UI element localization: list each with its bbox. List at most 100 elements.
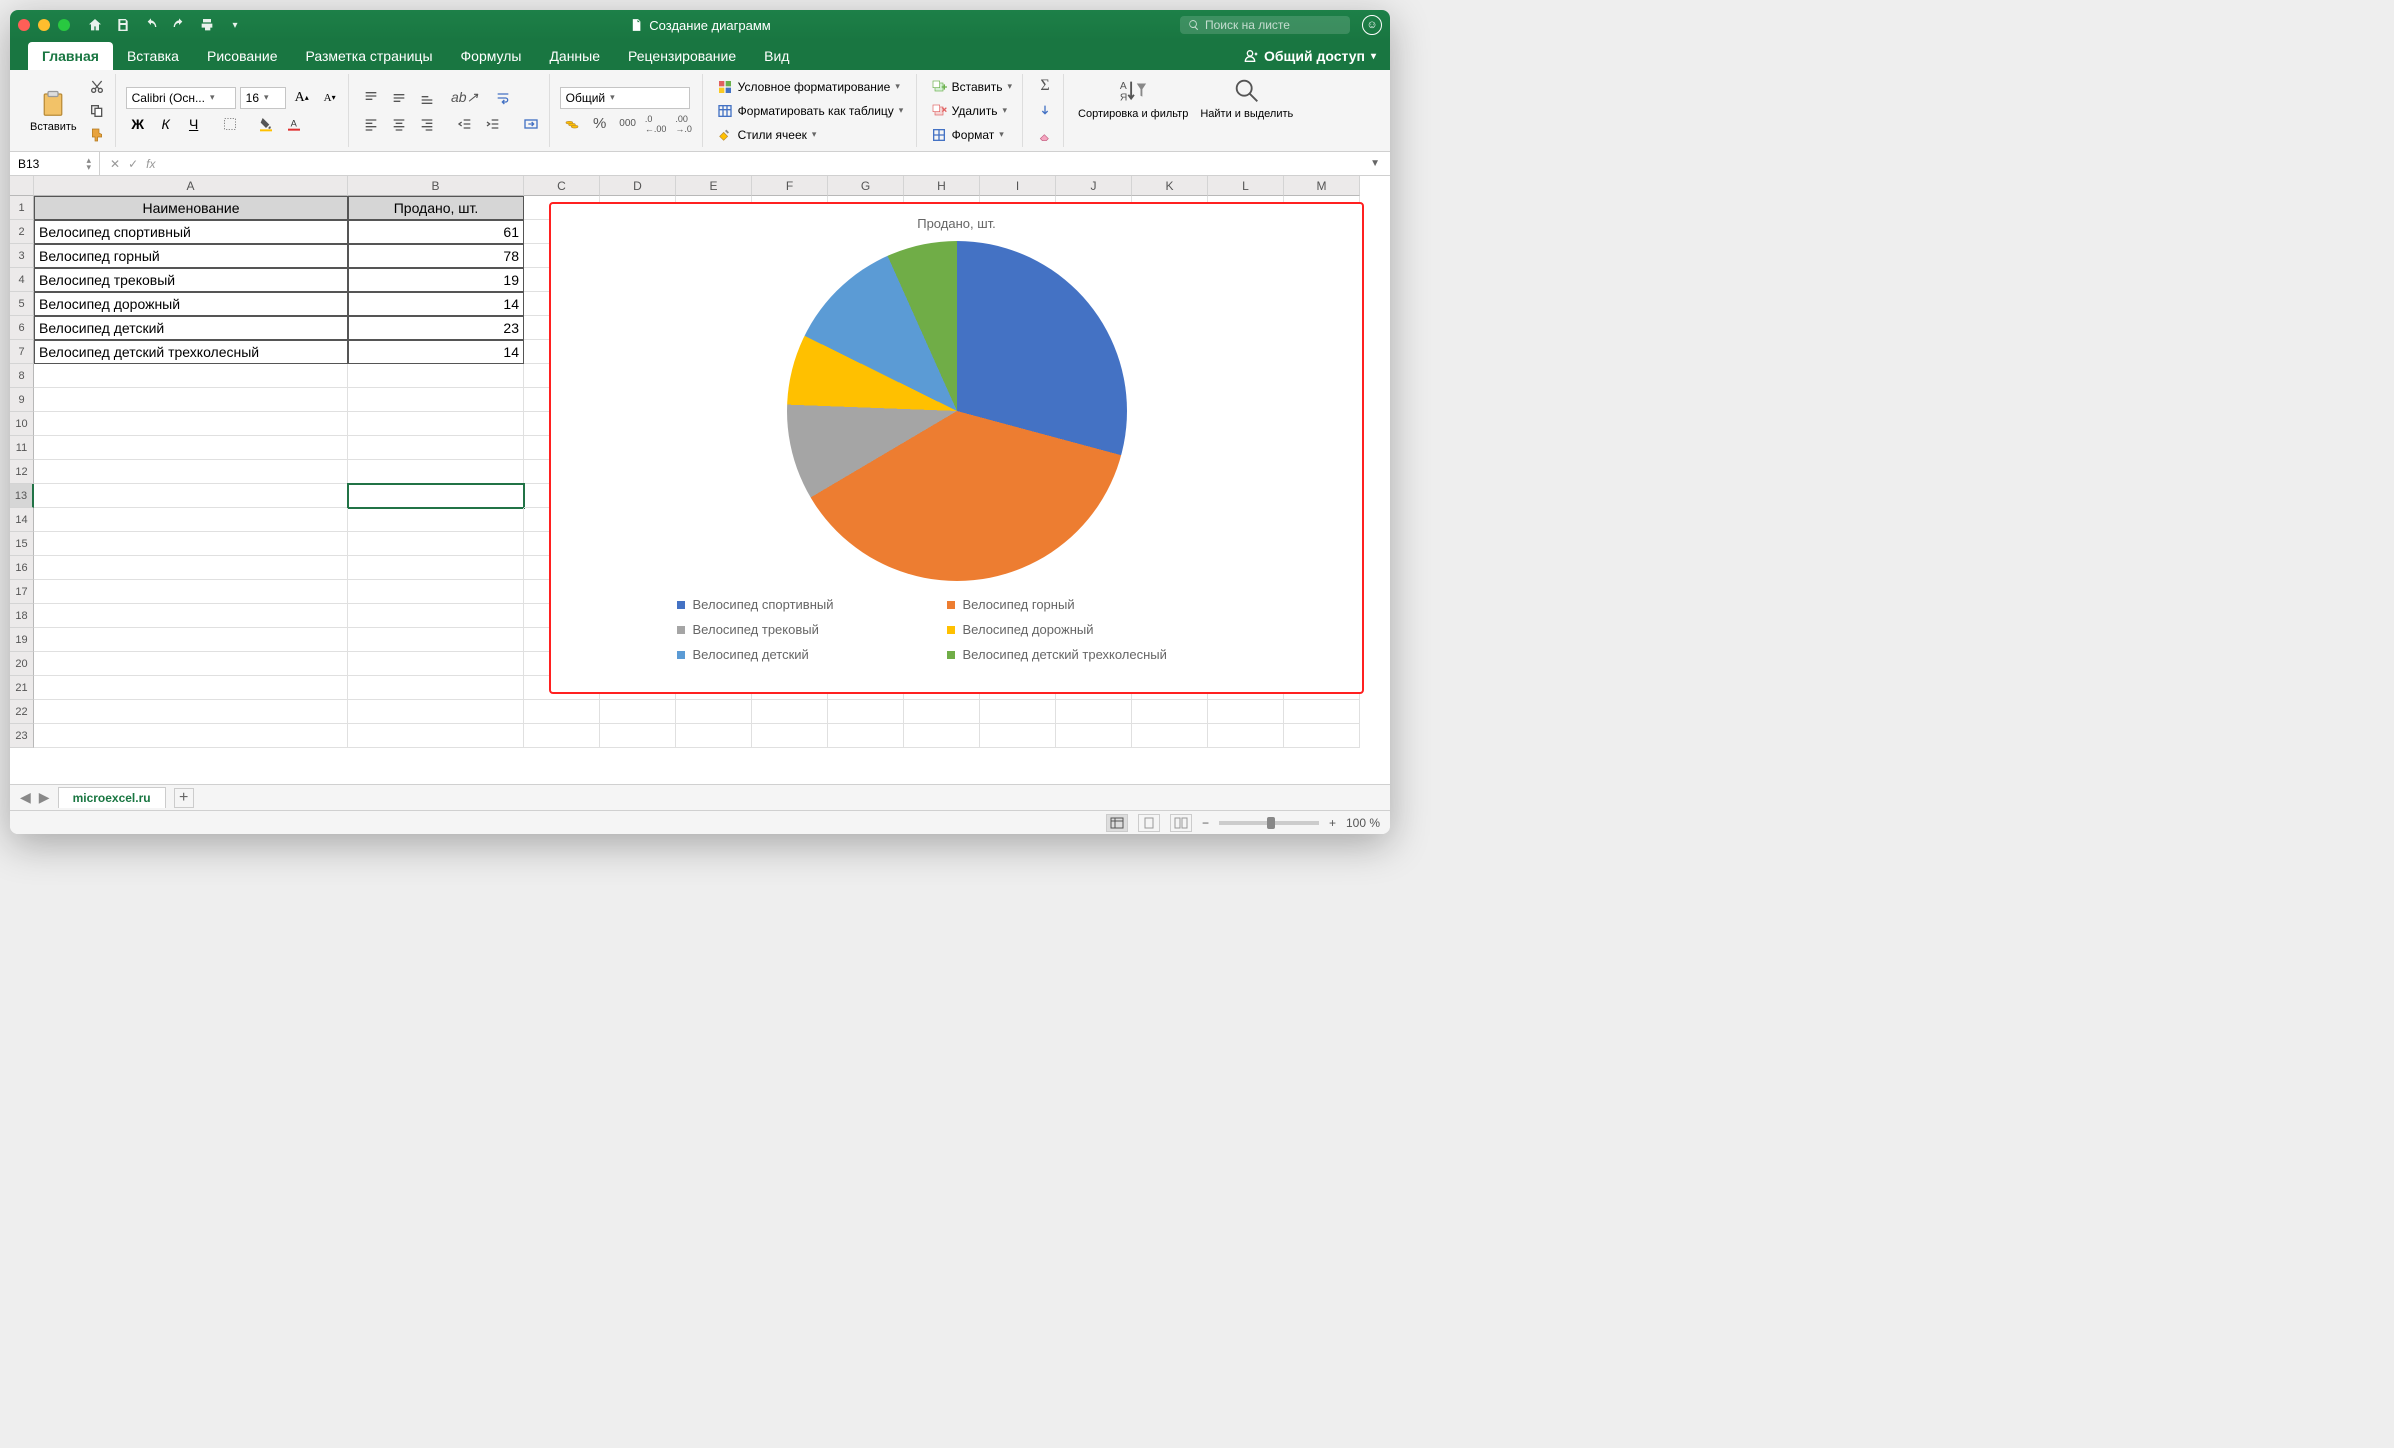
cell[interactable]	[348, 580, 524, 604]
tab-home[interactable]: Главная	[28, 42, 113, 70]
page-layout-view-icon[interactable]	[1138, 814, 1160, 832]
row-header[interactable]: 1	[10, 196, 34, 220]
maximize-window-button[interactable]	[58, 19, 70, 31]
cell[interactable]: Велосипед трековый	[34, 268, 348, 292]
fx-icon[interactable]: fx	[146, 157, 155, 171]
row-header[interactable]: 7	[10, 340, 34, 364]
expand-formula-bar-icon[interactable]: ▼	[1360, 158, 1390, 169]
format-as-table-button[interactable]: Форматировать как таблицу▾	[713, 101, 910, 121]
autosum-icon[interactable]: Σ	[1033, 75, 1057, 97]
row-header[interactable]: 13	[10, 484, 34, 508]
cell[interactable]	[34, 628, 348, 652]
tab-draw[interactable]: Рисование	[193, 42, 292, 70]
cell[interactable]	[1132, 700, 1208, 724]
row-header[interactable]: 11	[10, 436, 34, 460]
row-header[interactable]: 18	[10, 604, 34, 628]
decrease-font-icon[interactable]: A▾	[318, 87, 342, 109]
font-color-button[interactable]: A	[282, 113, 306, 135]
page-break-view-icon[interactable]	[1170, 814, 1192, 832]
cell[interactable]	[752, 700, 828, 724]
border-button[interactable]	[218, 113, 242, 135]
column-header[interactable]: F	[752, 176, 828, 196]
cell[interactable]: 23	[348, 316, 524, 340]
cell[interactable]	[348, 364, 524, 388]
cell[interactable]	[600, 724, 676, 748]
cell[interactable]	[34, 436, 348, 460]
row-header[interactable]: 21	[10, 676, 34, 700]
column-header[interactable]: M	[1284, 176, 1360, 196]
cancel-formula-icon[interactable]: ✕	[110, 157, 120, 171]
cell[interactable]	[348, 700, 524, 724]
column-header[interactable]: L	[1208, 176, 1284, 196]
user-avatar[interactable]: ☺	[1362, 15, 1382, 35]
zoom-level[interactable]: 100 %	[1346, 816, 1380, 830]
row-header[interactable]: 10	[10, 412, 34, 436]
tab-review[interactable]: Рецензирование	[614, 42, 750, 70]
orientation-icon[interactable]: ab↗	[453, 87, 477, 109]
next-sheet-icon[interactable]: ▶	[39, 789, 50, 806]
cell[interactable]	[676, 700, 752, 724]
cell[interactable]	[348, 532, 524, 556]
search-input[interactable]: Поиск на листе	[1180, 16, 1350, 34]
cell[interactable]: Велосипед дорожный	[34, 292, 348, 316]
fill-color-button[interactable]	[254, 113, 278, 135]
tab-insert[interactable]: Вставка	[113, 42, 193, 70]
cell[interactable]	[600, 700, 676, 724]
row-header[interactable]: 4	[10, 268, 34, 292]
cell[interactable]	[348, 436, 524, 460]
insert-cells-button[interactable]: Вставить▾	[927, 77, 1016, 97]
home-icon[interactable]	[86, 16, 104, 34]
row-header[interactable]: 9	[10, 388, 34, 412]
number-format-combo[interactable]: Общий▾	[560, 87, 690, 109]
cell[interactable]: 14	[348, 292, 524, 316]
row-header[interactable]: 19	[10, 628, 34, 652]
increase-indent-icon[interactable]	[481, 113, 505, 135]
cell[interactable]: 78	[348, 244, 524, 268]
cell[interactable]: Велосипед спортивный	[34, 220, 348, 244]
undo-icon[interactable]	[142, 16, 160, 34]
normal-view-icon[interactable]	[1106, 814, 1128, 832]
cell[interactable]	[1284, 700, 1360, 724]
add-sheet-button[interactable]: +	[174, 788, 194, 808]
cell[interactable]	[34, 580, 348, 604]
cell[interactable]	[752, 724, 828, 748]
cell[interactable]	[980, 724, 1056, 748]
cell[interactable]	[980, 700, 1056, 724]
cell[interactable]	[1056, 724, 1132, 748]
cell[interactable]	[34, 508, 348, 532]
italic-button[interactable]: К	[154, 113, 178, 135]
cell[interactable]	[348, 628, 524, 652]
row-header[interactable]: 2	[10, 220, 34, 244]
row-header[interactable]: 12	[10, 460, 34, 484]
column-header[interactable]: G	[828, 176, 904, 196]
cell[interactable]	[828, 700, 904, 724]
cell[interactable]: 61	[348, 220, 524, 244]
qat-dropdown-icon[interactable]: ▾	[226, 16, 244, 34]
close-window-button[interactable]	[18, 19, 30, 31]
pie-chart[interactable]: Продано, шт. Велосипед спортивныйВелосип…	[549, 202, 1364, 694]
sheet-tab[interactable]: microexcel.ru	[58, 787, 166, 808]
conditional-formatting-button[interactable]: Условное форматирование▾	[713, 77, 910, 97]
cell[interactable]: Велосипед горный	[34, 244, 348, 268]
underline-button[interactable]: Ч	[182, 113, 206, 135]
cell[interactable]	[904, 700, 980, 724]
column-header[interactable]: A	[34, 176, 348, 196]
cell[interactable]	[524, 724, 600, 748]
cell[interactable]: 14	[348, 340, 524, 364]
cell[interactable]: Велосипед детский	[34, 316, 348, 340]
cell[interactable]	[348, 388, 524, 412]
cell[interactable]	[34, 724, 348, 748]
cell[interactable]	[34, 676, 348, 700]
prev-sheet-icon[interactable]: ◀	[20, 789, 31, 806]
row-header[interactable]: 14	[10, 508, 34, 532]
align-left-icon[interactable]	[359, 113, 383, 135]
row-header[interactable]: 20	[10, 652, 34, 676]
delete-cells-button[interactable]: Удалить▾	[927, 101, 1016, 121]
column-header[interactable]: D	[600, 176, 676, 196]
column-header[interactable]: C	[524, 176, 600, 196]
tab-page-layout[interactable]: Разметка страницы	[292, 42, 447, 70]
cut-icon[interactable]	[85, 76, 109, 98]
align-center-icon[interactable]	[387, 113, 411, 135]
row-header[interactable]: 6	[10, 316, 34, 340]
column-header[interactable]: H	[904, 176, 980, 196]
